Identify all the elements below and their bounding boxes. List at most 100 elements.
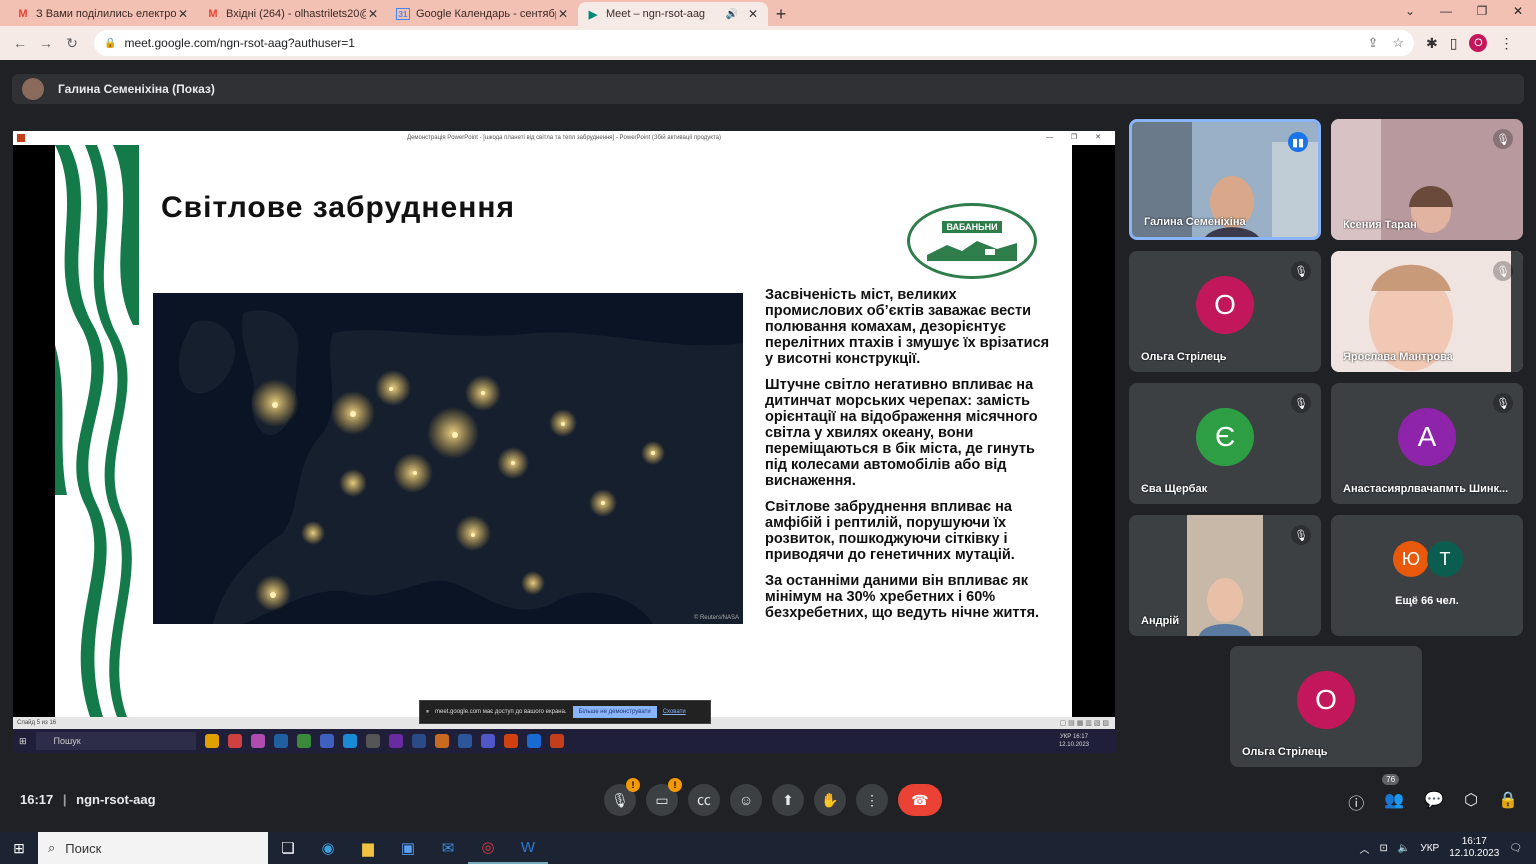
logo-text: ВАБАНЬНИ: [942, 221, 1002, 233]
chrome-icon[interactable]: ◎: [468, 832, 508, 864]
profile-avatar[interactable]: O: [1469, 34, 1488, 52]
windows-taskbar: ⊞ ⌕ Поиск ❏ ◉ ▆ ▣ ✉ ◎ W ︿ ⊡ 🔈 УКР 16:17 …: [0, 832, 1536, 864]
app-icon: [250, 734, 265, 748]
participant-tile-olha[interactable]: О 🎙 Ольга Стрілець: [1129, 251, 1321, 372]
forward-icon[interactable]: →: [34, 31, 58, 55]
url-text: meet.google.com/ngn-rsot-aag?authuser=1: [124, 36, 355, 50]
url-field[interactable]: 🔒 meet.google.com/ngn-rsot-aag?authuser=…: [94, 30, 1414, 56]
app-icon: [411, 734, 426, 748]
camera-button[interactable]: ▭!: [646, 778, 682, 816]
participant-tile-halyna[interactable]: ▮▮ Галина Семеніхіна: [1129, 119, 1321, 240]
chat-icon[interactable]: 💬: [1424, 790, 1444, 814]
close-tab-icon[interactable]: ✕: [556, 7, 570, 21]
shared-date: 12.10.2023: [1058, 742, 1089, 748]
teams-icon: [480, 734, 495, 748]
more-participants-tile[interactable]: Ю Т Ещё 66 чел.: [1331, 515, 1523, 636]
tray-chevron-icon[interactable]: ︿: [1360, 841, 1370, 856]
volume-icon[interactable]: 🔈: [1398, 843, 1410, 854]
participant-avatar: Т: [1427, 541, 1463, 577]
network-icon[interactable]: ⊡: [1380, 843, 1388, 854]
extensions-icon[interactable]: ✱: [1426, 35, 1438, 52]
edge-icon[interactable]: ◉: [308, 832, 348, 864]
premiere-icon: [388, 734, 403, 748]
word-icon[interactable]: W: [508, 832, 548, 864]
leave-call-button[interactable]: ☎: [898, 784, 942, 816]
folder-icon: [204, 734, 219, 748]
tab-gmail-inbox[interactable]: M Вхідні (264) - olhastrilets20@gm ✕: [198, 2, 388, 26]
people-button[interactable]: 76 👥: [1382, 774, 1404, 814]
participant-tile-andrii[interactable]: 🎙 Андрій: [1129, 515, 1321, 636]
hand-icon: ✋: [821, 791, 839, 808]
tab-search-icon[interactable]: ⌄: [1392, 0, 1428, 22]
slide-paragraph: Засвіченість міст, великих промислових о…: [765, 287, 1050, 367]
back-icon[interactable]: ←: [8, 31, 32, 55]
participant-tile-anastasia[interactable]: А 🎙 Анастасиярлвачапмть Шинк...: [1331, 383, 1523, 504]
host-controls-icon[interactable]: 🔒: [1498, 790, 1518, 814]
taskbar-search-box[interactable]: ⌕ Поиск: [38, 832, 268, 864]
new-tab-button[interactable]: +: [768, 2, 794, 26]
zoom-icon: [526, 734, 541, 748]
reload-icon[interactable]: ↻: [60, 31, 84, 55]
self-tile[interactable]: О Ольга Стрілець: [1230, 646, 1422, 767]
slide-paragraph: Світлове забруднення впливає на амфібій …: [765, 499, 1015, 563]
participant-name: Галина Семеніхіна: [1144, 216, 1246, 228]
mic-off-icon: 🎙: [1291, 525, 1311, 545]
tab-meet[interactable]: ▶ Meet – ngn-rsot-aag 🔊 ✕: [578, 2, 768, 26]
shared-windows-taskbar: ⊞ Пошук УКР 16:17 12.10.2023: [13, 729, 1115, 753]
store-icon[interactable]: ▣: [388, 832, 428, 864]
participant-tile-yaroslava[interactable]: 🎙 Ярослава Мантрова: [1331, 251, 1523, 372]
participant-name: Ярослава Мантрова: [1343, 351, 1453, 363]
bookmark-star-icon[interactable]: ☆: [1392, 35, 1404, 51]
separator: |: [62, 792, 67, 807]
tab-gmail-shared[interactable]: M З Вами поділились електронно ✕: [8, 2, 198, 26]
lock-icon[interactable]: 🔒: [104, 38, 116, 49]
screen-share-notice: ⏸ meet.google.com має доступ до вашого е…: [419, 700, 711, 724]
side-panel-icon[interactable]: ▯: [1450, 35, 1458, 52]
close-window-icon[interactable]: ✕: [1500, 0, 1536, 22]
address-bar-row: ← → ↻ 🔒 meet.google.com/ngn-rsot-aag?aut…: [0, 26, 1536, 60]
windows-start-icon[interactable]: ⊞: [0, 840, 38, 857]
file-explorer-icon[interactable]: ▆: [348, 832, 388, 864]
share-icon[interactable]: ⇪: [1367, 35, 1378, 51]
notifications-icon[interactable]: 🗨: [1509, 843, 1522, 854]
present-button[interactable]: ⬆: [772, 784, 804, 816]
close-tab-icon[interactable]: ✕: [176, 7, 190, 21]
notice-text: meet.google.com має доступ до вашого екр…: [435, 709, 567, 715]
participant-avatar: О: [1196, 275, 1254, 334]
stop-sharing-button: Більше не демонструвати: [572, 706, 657, 718]
captions-button[interactable]: ㏄: [688, 784, 720, 816]
more-options-button[interactable]: ⋮: [856, 784, 888, 816]
self-name: Ольга Стрілець: [1242, 746, 1328, 758]
activities-icon[interactable]: ⬡: [1464, 790, 1478, 814]
participant-tile-yeva[interactable]: Є 🎙 Єва Щербак: [1129, 383, 1321, 504]
reactions-button[interactable]: ☺: [730, 784, 762, 816]
language-indicator[interactable]: УКР: [1420, 843, 1439, 854]
app-icon: [273, 734, 288, 748]
slide-title: Світлове забруднення: [161, 191, 515, 224]
raise-hand-button[interactable]: ✋: [814, 784, 846, 816]
participant-tile-ksenia[interactable]: 🎙 Ксения Таран: [1331, 119, 1523, 240]
tab-google-calendar[interactable]: 31 Google Календарь - сентябрь 2 ✕: [388, 2, 578, 26]
captions-icon: ㏄: [697, 792, 711, 808]
info-icon[interactable]: ⓘ: [1348, 790, 1364, 814]
close-tab-icon[interactable]: ✕: [746, 7, 760, 21]
meeting-code: ngn-rsot-aag: [76, 792, 156, 807]
clock-time: 16:17: [1461, 836, 1487, 847]
close-tab-icon[interactable]: ✕: [366, 7, 380, 21]
gmail-icon: M: [208, 8, 218, 20]
minimize-icon[interactable]: —: [1428, 0, 1464, 22]
app-icon: [319, 734, 334, 748]
task-view-icon[interactable]: ❏: [268, 832, 308, 864]
mic-off-icon: 🎙: [1493, 129, 1513, 149]
participant-name: Ксения Таран: [1343, 219, 1417, 231]
mic-button[interactable]: 🎙!: [604, 778, 640, 816]
restore-icon[interactable]: ❐: [1464, 0, 1500, 22]
window-controls: ⌄ — ❐ ✕: [1392, 0, 1536, 26]
shared-screen: Демонстрація PowerPoint - [шкода планеті…: [13, 131, 1115, 753]
view-icons: ▢ ▤ ▦ ▥ ▧ ▨: [1059, 720, 1109, 727]
speaker-icon[interactable]: 🔊: [726, 9, 738, 20]
mail-icon[interactable]: ✉: [428, 832, 468, 864]
shared-lang: УКР: [1059, 734, 1072, 740]
menu-kebab-icon[interactable]: ⋮: [1499, 35, 1513, 52]
taskbar-clock[interactable]: 16:17 12.10.2023: [1449, 836, 1499, 860]
